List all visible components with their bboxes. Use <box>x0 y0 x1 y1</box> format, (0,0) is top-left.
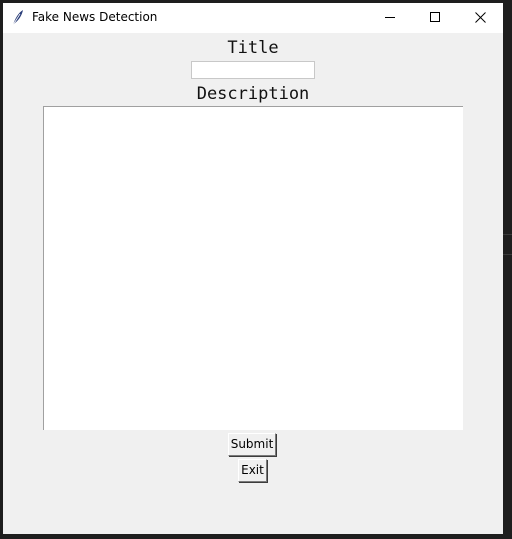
form-area: Title Description Submit Exit <box>3 33 503 534</box>
description-textarea[interactable] <box>43 106 463 430</box>
submit-button[interactable]: Submit <box>228 433 276 456</box>
close-icon <box>475 12 486 23</box>
maximize-icon <box>430 12 440 22</box>
minimize-button[interactable] <box>368 3 413 33</box>
exit-button[interactable]: Exit <box>238 459 267 482</box>
desktop-edge-line <box>503 254 512 255</box>
close-button[interactable] <box>458 3 503 33</box>
title-label: Title <box>227 38 279 58</box>
minimize-icon <box>385 17 395 18</box>
maximize-button[interactable] <box>413 3 458 33</box>
app-window: Fake News Detection Title Description Su… <box>3 3 503 534</box>
window-title: Fake News Detection <box>32 10 158 24</box>
title-input[interactable] <box>191 61 315 79</box>
description-label: Description <box>196 84 310 104</box>
desktop-edge-line <box>503 234 512 235</box>
feather-icon <box>12 10 23 26</box>
title-bar[interactable]: Fake News Detection <box>3 3 503 33</box>
